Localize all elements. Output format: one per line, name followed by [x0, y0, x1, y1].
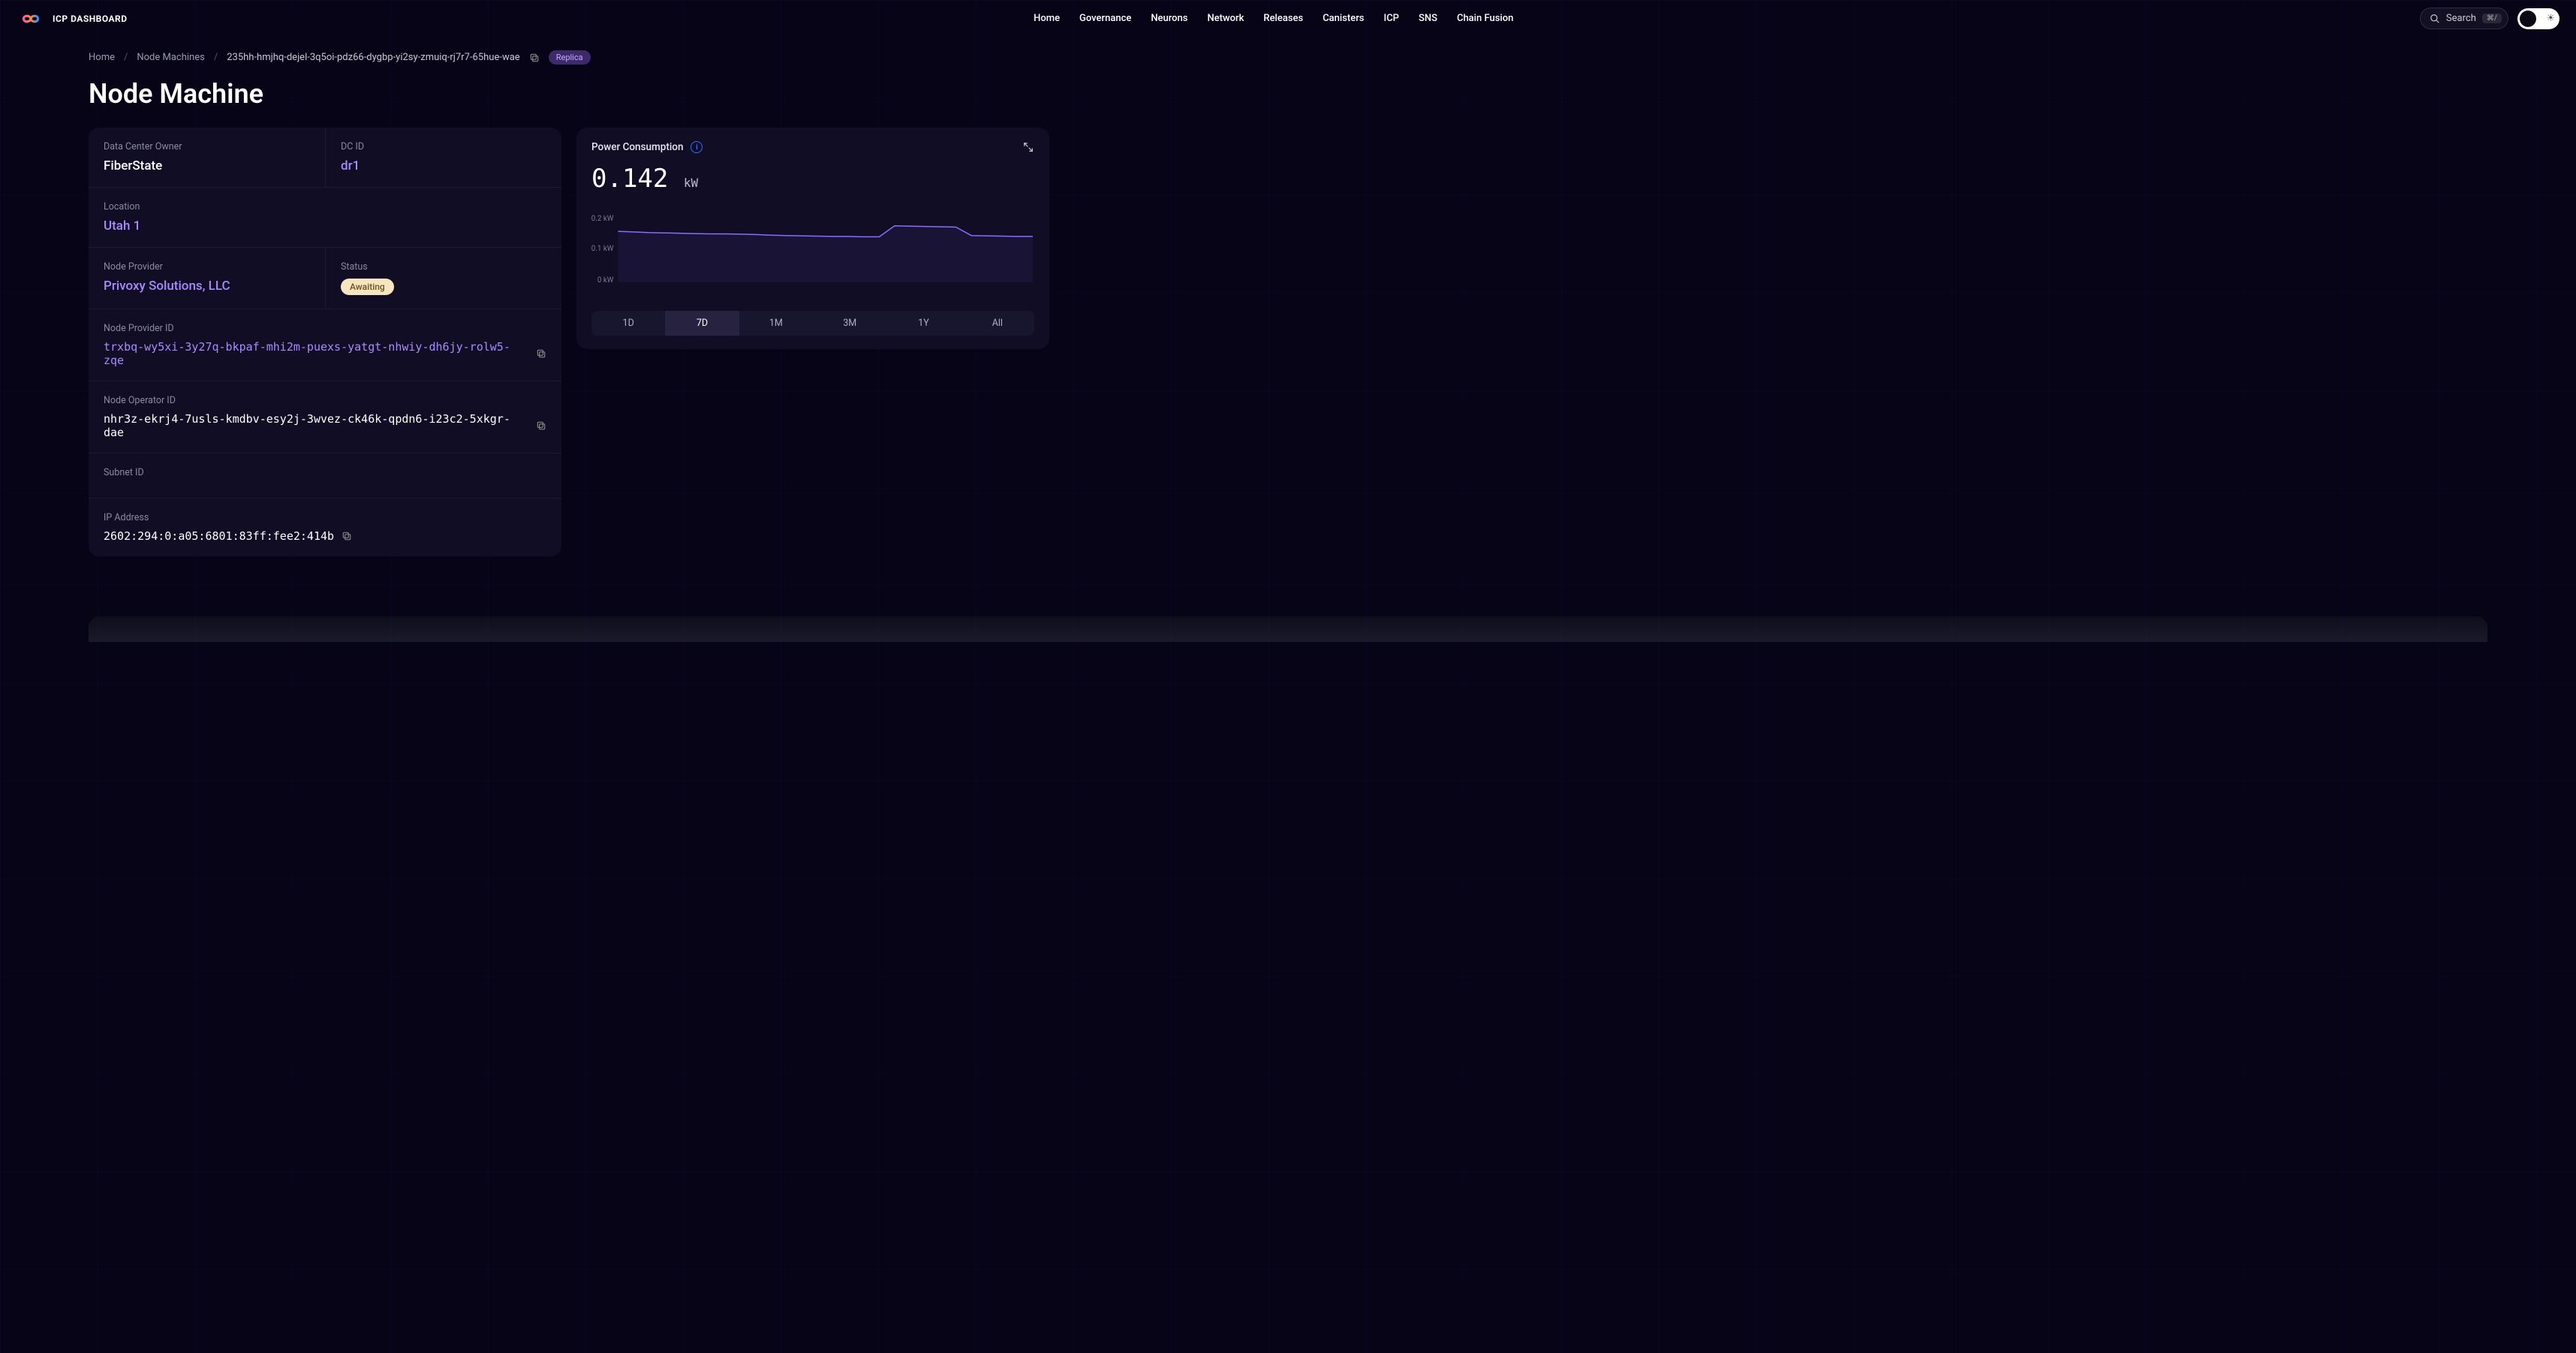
- power-title: Power Consumption: [591, 141, 683, 153]
- header-right: Search ⌘/ ☀: [2420, 8, 2559, 29]
- search-kbd: ⌘/: [2482, 14, 2502, 23]
- nav-neurons[interactable]: Neurons: [1151, 13, 1187, 24]
- map-section: [89, 616, 2487, 642]
- main-nav: Home Governance Neurons Network Releases…: [1034, 13, 1513, 24]
- data-center-owner-value: FiberState: [104, 158, 310, 173]
- location-cell: Location Utah 1: [89, 188, 561, 247]
- crumb-sep: /: [214, 52, 218, 63]
- range-3m[interactable]: 3M: [813, 311, 886, 336]
- nav-sns[interactable]: SNS: [1419, 13, 1437, 24]
- sun-icon: ☀: [2546, 13, 2555, 24]
- node-provider-id-link[interactable]: trxbq-wy5xi-3y27q-bkpaf-mhi2m-puexs-yatg…: [104, 340, 528, 367]
- copy-icon[interactable]: [529, 53, 540, 63]
- search-button[interactable]: Search ⌘/: [2420, 8, 2508, 29]
- power-consumption-card: Power Consumption i 0.142 kW 0.2 kW 0.1 …: [576, 128, 1049, 349]
- nav-home[interactable]: Home: [1034, 13, 1060, 24]
- power-value: 0.142 kW: [591, 164, 1034, 194]
- infinity-logo-icon: [17, 11, 45, 27]
- nav-governance[interactable]: Governance: [1079, 13, 1131, 24]
- node-operator-id-cell: Node Operator ID nhr3z-ekrj4-7usls-kmdbv…: [89, 381, 561, 453]
- y-tick-label: 0.1 kW: [591, 245, 614, 253]
- status-badge: Awaiting: [341, 279, 394, 295]
- page-title: Node Machine: [0, 65, 2576, 128]
- power-unit: kW: [684, 176, 698, 190]
- data-center-owner-cell: Data Center Owner FiberState: [89, 128, 325, 187]
- range-1y[interactable]: 1Y: [886, 311, 960, 336]
- crumb-parent[interactable]: Node Machines: [137, 52, 204, 63]
- range-1m[interactable]: 1M: [739, 311, 813, 336]
- copy-icon[interactable]: [536, 348, 546, 359]
- node-provider-cell: Node Provider Privoxy Solutions, LLC: [89, 248, 325, 309]
- time-range-tabs: 1D 7D 1M 3M 1Y All: [591, 311, 1034, 336]
- info-label: Subnet ID: [104, 467, 546, 478]
- info-label: Node Provider: [104, 261, 310, 273]
- nav-icp[interactable]: ICP: [1384, 13, 1399, 24]
- nav-chain-fusion[interactable]: Chain Fusion: [1457, 13, 1513, 24]
- subnet-id-cell: Subnet ID: [89, 454, 561, 498]
- breadcrumb: Home / Node Machines / 235hh-hmjhq-dejel…: [0, 37, 2576, 65]
- info-label: DC ID: [341, 141, 546, 152]
- power-chart: 0.2 kW 0.1 kW 0 kW: [591, 215, 1034, 290]
- dc-id-link[interactable]: dr1: [341, 158, 546, 173]
- info-label: Location: [104, 201, 546, 212]
- crumb-sep: /: [124, 52, 128, 63]
- logo[interactable]: ICP DASHBOARD: [17, 11, 128, 27]
- range-7d[interactable]: 7D: [665, 311, 739, 336]
- power-number: 0.142: [591, 164, 668, 194]
- info-label: Node Operator ID: [104, 395, 546, 406]
- y-tick-label: 0.2 kW: [591, 215, 614, 223]
- status-cell: Status Awaiting: [325, 248, 561, 309]
- expand-icon[interactable]: [1022, 141, 1034, 153]
- logo-text: ICP DASHBOARD: [53, 14, 128, 24]
- dc-id-cell: DC ID dr1: [325, 128, 561, 187]
- header: ICP DASHBOARD Home Governance Neurons Ne…: [0, 0, 2576, 37]
- ip-address-value: 2602:294:0:a05:6801:83ff:fee2:414b: [104, 529, 334, 543]
- main-grid: Data Center Owner FiberState DC ID dr1 L…: [0, 128, 2576, 586]
- theme-toggle-knob: [2520, 11, 2536, 27]
- location-link[interactable]: Utah 1: [104, 218, 546, 234]
- node-info-card: Data Center Owner FiberState DC ID dr1 L…: [89, 128, 561, 556]
- nav-network[interactable]: Network: [1207, 13, 1244, 24]
- y-tick-label: 0 kW: [597, 276, 614, 285]
- chart-area: [618, 226, 1033, 282]
- replica-badge: Replica: [549, 50, 591, 65]
- copy-icon[interactable]: [536, 420, 546, 431]
- info-label: Node Provider ID: [104, 323, 546, 334]
- search-icon: [2430, 14, 2440, 24]
- node-operator-id-value: nhr3z-ekrj4-7usls-kmdbv-esy2j-3wvez-ck46…: [104, 412, 528, 439]
- node-provider-id-cell: Node Provider ID trxbq-wy5xi-3y27q-bkpaf…: [89, 309, 561, 381]
- theme-toggle[interactable]: ☀: [2517, 8, 2559, 29]
- info-label: IP Address: [104, 512, 546, 523]
- copy-icon[interactable]: [342, 531, 352, 541]
- search-label: Search: [2446, 13, 2476, 24]
- crumb-home[interactable]: Home: [89, 52, 115, 63]
- node-provider-link[interactable]: Privoxy Solutions, LLC: [104, 279, 310, 294]
- info-label: Status: [341, 261, 546, 273]
- range-all[interactable]: All: [961, 311, 1034, 336]
- range-1d[interactable]: 1D: [591, 311, 665, 336]
- info-icon[interactable]: i: [691, 141, 703, 153]
- nav-canisters[interactable]: Canisters: [1323, 13, 1364, 24]
- ip-address-cell: IP Address 2602:294:0:a05:6801:83ff:fee2…: [89, 499, 561, 556]
- nav-releases[interactable]: Releases: [1263, 13, 1303, 24]
- crumb-current: 235hh-hmjhq-dejel-3q5oi-pdz66-dygbp-yi2s…: [227, 52, 520, 63]
- info-label: Data Center Owner: [104, 141, 310, 152]
